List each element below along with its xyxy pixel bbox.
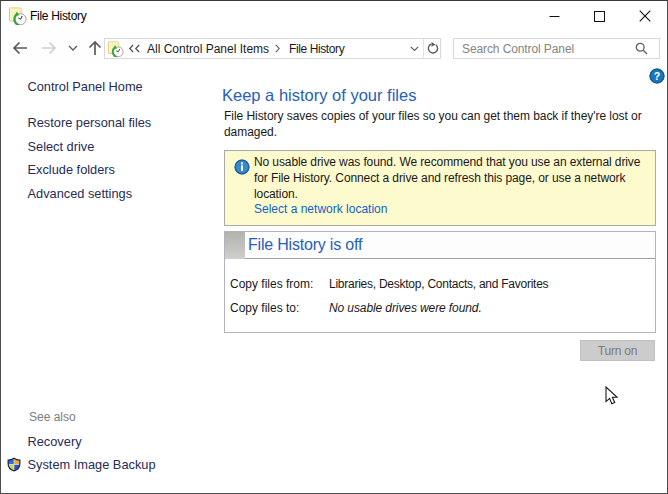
status-panel-title: File History is off — [248, 236, 362, 254]
address-dropdown-button[interactable] — [406, 39, 423, 58]
search-input[interactable] — [454, 39, 633, 58]
warning-box: No usable drive was found. We recommend … — [224, 150, 656, 226]
forward-arrow-icon — [38, 37, 60, 59]
refresh-icon — [426, 42, 439, 55]
navigation-bar: All Control Panel Items File History — [1, 32, 667, 63]
uac-shield-icon — [7, 457, 21, 472]
drive-placeholder-icon — [225, 232, 245, 259]
sidebar-item-advanced-settings[interactable]: Advanced settings — [28, 186, 133, 201]
chevron-down-icon — [68, 45, 78, 51]
help-question-glyph: ? — [654, 70, 660, 82]
maximize-icon — [594, 11, 605, 22]
sidebar-item-exclude-folders[interactable]: Exclude folders — [28, 162, 116, 177]
see-also-label: See also — [29, 410, 76, 424]
info-icon — [234, 159, 250, 175]
help-icon: ? — [649, 68, 665, 84]
copy-files-from-label: Copy files from: — [230, 277, 313, 291]
sidebar-item-recovery[interactable]: Recovery — [28, 434, 82, 449]
turn-on-button[interactable]: Turn on — [580, 340, 655, 361]
close-button[interactable] — [622, 1, 667, 31]
warning-text: No usable drive was found. We recommend … — [254, 154, 640, 202]
select-network-location-link[interactable]: Select a network location — [254, 202, 387, 216]
mouse-cursor — [605, 386, 618, 406]
sidebar-item-system-image-backup[interactable]: System Image Backup — [28, 457, 156, 472]
forward-button[interactable] — [38, 37, 60, 59]
page-description: File History saves copies of your files … — [224, 108, 664, 140]
maximize-button[interactable] — [577, 1, 622, 31]
breadcrumb-file-history[interactable]: File History — [280, 42, 350, 56]
help-button[interactable]: ? — [649, 68, 665, 84]
search-icon — [635, 42, 648, 55]
close-icon — [639, 10, 651, 22]
address-bar[interactable]: All Control Panel Items File History — [104, 38, 441, 59]
breadcrumb-overflow-chevrons[interactable] — [128, 44, 141, 53]
back-arrow-icon — [9, 37, 31, 59]
sidebar-item-select-drive[interactable]: Select drive — [28, 139, 95, 154]
window-title: File History — [30, 9, 86, 23]
up-button[interactable] — [84, 37, 106, 59]
up-arrow-icon — [84, 37, 106, 59]
back-button[interactable] — [9, 37, 31, 59]
sidebar-item-restore-personal-files[interactable]: Restore personal files — [28, 115, 152, 130]
minimize-button[interactable] — [532, 1, 577, 31]
file-history-app-icon — [9, 7, 27, 25]
search-button[interactable] — [633, 42, 659, 55]
sidebar-item-control-panel-home[interactable]: Control Panel Home — [28, 79, 143, 94]
page-title: Keep a history of your files — [222, 86, 416, 105]
chevron-down-icon — [410, 46, 419, 52]
file-history-breadcrumb-icon — [108, 41, 124, 57]
copy-files-to-value: No usable drives were found. — [329, 301, 482, 315]
copy-files-to-label: Copy files to: — [230, 301, 299, 315]
file-history-status-panel: File History is off Copy files from: Lib… — [224, 231, 656, 333]
caption-buttons — [532, 1, 667, 31]
copy-files-from-value: Libraries, Desktop, Contacts, and Favori… — [329, 277, 548, 291]
search-box — [453, 38, 660, 59]
breadcrumb-all-control-panel-items[interactable]: All Control Panel Items — [141, 42, 275, 56]
chevrons-left-icon — [128, 44, 141, 53]
refresh-button[interactable] — [423, 39, 440, 58]
status-panel-header: File History is off — [225, 232, 655, 259]
minimize-icon — [549, 11, 560, 22]
file-history-window: File History — [0, 0, 668, 494]
recent-pages-dropdown[interactable] — [65, 37, 81, 59]
title-bar: File History — [1, 1, 667, 32]
